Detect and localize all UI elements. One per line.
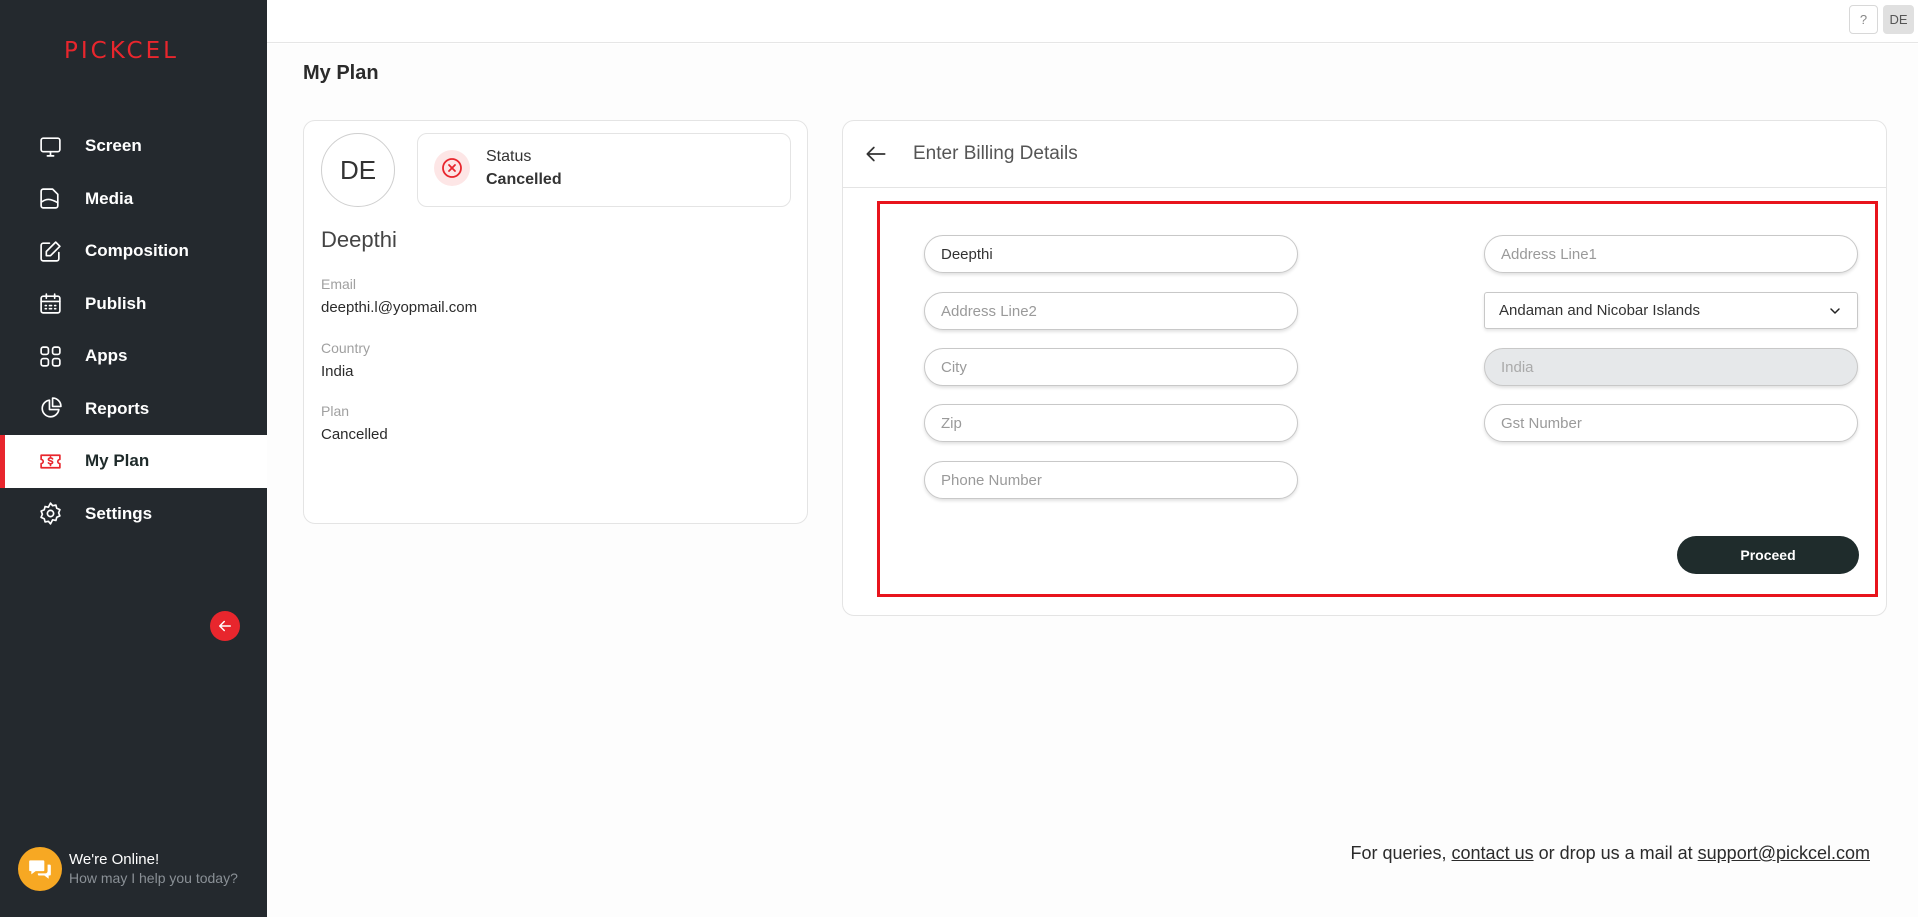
country-field [1484, 348, 1858, 386]
chat-icon [18, 847, 62, 891]
cancel-circle-icon [434, 150, 470, 186]
chat-title: We're Online! [69, 851, 160, 868]
status-box: Status Cancelled [417, 133, 791, 207]
file-icon [38, 186, 63, 211]
sidebar-item-apps[interactable]: Apps [0, 330, 267, 383]
plan-label: Plan [321, 403, 350, 419]
phone-number-field[interactable] [924, 461, 1298, 499]
sidebar: PICKCEL Screen Media Composition Publish [0, 0, 267, 917]
status-label: Status [486, 148, 532, 165]
pickcel-logo[interactable]: PICKCEL [64, 38, 204, 64]
page-title: My Plan [303, 62, 379, 84]
billing-header: Enter Billing Details [843, 121, 1886, 188]
calendar-icon [38, 291, 63, 316]
chat-widget[interactable]: We're Online! How may I help you today? [18, 847, 238, 891]
sidebar-item-settings[interactable]: Settings [0, 488, 267, 541]
logo-text: PICKCEL [64, 38, 179, 64]
footer-queries: For queries, contact us or drop us a mai… [1350, 843, 1870, 864]
profile-name: Deepthi [321, 227, 397, 252]
back-arrow-icon[interactable] [863, 141, 889, 167]
grid-icon [38, 344, 63, 369]
avatar: DE [321, 133, 395, 207]
address-line1-field[interactable] [1484, 235, 1858, 273]
sidebar-item-label: Apps [85, 346, 128, 366]
chevron-down-icon [1827, 303, 1843, 319]
profile-card: DE Status Cancelled Deepthi Email deepth… [303, 120, 808, 524]
sidebar-item-label: Publish [85, 293, 147, 313]
chat-subtitle: How may I help you today? [69, 870, 238, 886]
sidebar-item-label: Settings [85, 503, 153, 523]
city-field[interactable] [924, 348, 1298, 386]
sidebar-item-reports[interactable]: Reports [0, 383, 267, 436]
address-line2-field[interactable] [924, 292, 1298, 330]
status-value: Cancelled [486, 171, 562, 188]
edit-icon [38, 239, 63, 264]
footer-prefix: For queries, [1350, 843, 1452, 863]
dollar-ticket-icon [38, 449, 63, 474]
state-select[interactable]: Andaman and Nicobar Islands [1484, 292, 1858, 329]
sidebar-item-composition[interactable]: Composition [0, 225, 267, 278]
sidebar-item-label: My Plan [85, 451, 150, 471]
sidebar-item-label: Screen [85, 136, 142, 156]
gst-number-field[interactable] [1484, 404, 1858, 442]
email-value: deepthi.l@yopmail.com [321, 299, 478, 316]
billing-form-highlight: Andaman and Nicobar Islands Proceed [877, 201, 1878, 597]
sidebar-item-screen[interactable]: Screen [0, 120, 267, 173]
sidebar-item-label: Reports [85, 398, 150, 418]
plan-value: Cancelled [321, 426, 388, 443]
sidebar-item-media[interactable]: Media [0, 173, 267, 226]
name-field[interactable] [924, 235, 1298, 273]
monitor-icon [38, 134, 63, 159]
billing-card: Enter Billing Details Andaman and Nicoba… [842, 120, 1887, 616]
sidebar-item-my-plan[interactable]: My Plan [0, 435, 267, 488]
gear-icon [38, 501, 63, 526]
email-label: Email [321, 276, 357, 292]
country-label: Country [321, 340, 371, 356]
help-button[interactable]: ? [1849, 5, 1878, 34]
arrow-left-icon [219, 620, 231, 632]
top-bar: ? DE [267, 0, 1918, 43]
sidebar-item-publish[interactable]: Publish [0, 278, 267, 331]
main-content: My Plan DE Status Cancelled Deepthi Emai… [267, 44, 1918, 917]
country-value: India [321, 363, 354, 380]
contact-us-link[interactable]: contact us [1452, 843, 1534, 863]
sidebar-nav: Screen Media Composition Publish Apps Re… [0, 120, 267, 540]
collapse-sidebar-button[interactable] [210, 611, 240, 641]
footer-middle: or drop us a mail at [1533, 843, 1698, 863]
zip-field[interactable] [924, 404, 1298, 442]
user-avatar-button[interactable]: DE [1883, 5, 1914, 34]
proceed-button[interactable]: Proceed [1677, 536, 1859, 574]
billing-title: Enter Billing Details [913, 143, 1078, 164]
pie-chart-icon [38, 396, 63, 421]
support-email-link[interactable]: support@pickcel.com [1698, 843, 1870, 863]
state-select-value: Andaman and Nicobar Islands [1499, 302, 1700, 319]
sidebar-item-label: Composition [85, 241, 189, 261]
sidebar-item-label: Media [85, 188, 134, 208]
